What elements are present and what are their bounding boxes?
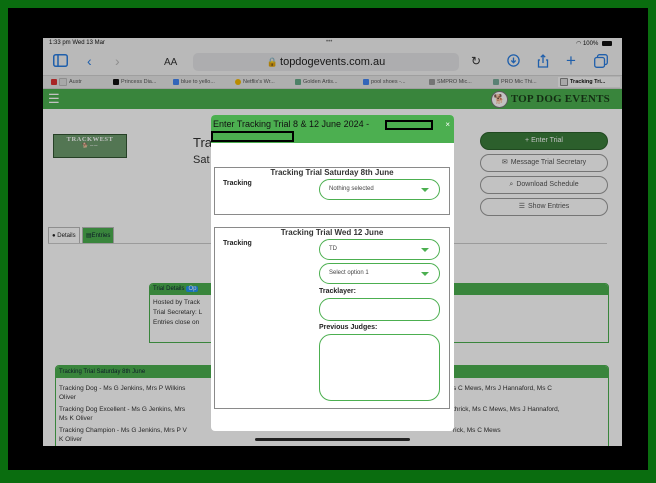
redaction-block [211,131,294,142]
ipad-screen: 1:33 pm Wed 13 Mar ••• ◠ 100% ‹ › AA 🔒 to… [43,38,622,446]
wednesday-legend: Tracking Trial Wed 12 June [275,228,389,237]
modal-header: Enter Tracking Trial 8 & 12 June 2024 - … [211,115,454,143]
modal-title: Enter Tracking Trial 8 & 12 June 2024 - [213,119,370,129]
tracklayer-label: Tracklayer: [319,288,356,295]
enter-trial-modal: Enter Tracking Trial 8 & 12 June 2024 - … [211,115,454,431]
chevron-down-icon [421,248,429,252]
wednesday-tracking-select[interactable]: TD [319,239,440,260]
chevron-down-icon [421,272,429,276]
saturday-fieldset: Tracking Trial Saturday 8th June Trackin… [214,167,450,215]
previous-judges-label: Previous Judges: [319,324,378,331]
select-value: TD [329,246,337,252]
select-value: Nothing selected [329,186,374,192]
tracklayer-input[interactable] [319,298,440,321]
tracking-label: Tracking [223,240,252,247]
chevron-down-icon [421,188,429,192]
saturday-tracking-select[interactable]: Nothing selected [319,179,440,200]
option-1-select[interactable]: Select option 1 [319,263,440,284]
previous-judges-textarea[interactable] [319,334,440,401]
redaction-block [385,120,433,130]
wednesday-fieldset: Tracking Trial Wed 12 June Tracking TD S… [214,227,450,409]
home-indicator[interactable] [255,438,410,441]
tracking-label: Tracking [223,180,252,187]
close-icon[interactable]: × [445,120,450,129]
device-frame: 1:33 pm Wed 13 Mar ••• ◠ 100% ‹ › AA 🔒 to… [8,8,648,470]
select-value: Select option 1 [329,270,369,276]
saturday-legend: Tracking Trial Saturday 8th June [265,168,399,177]
